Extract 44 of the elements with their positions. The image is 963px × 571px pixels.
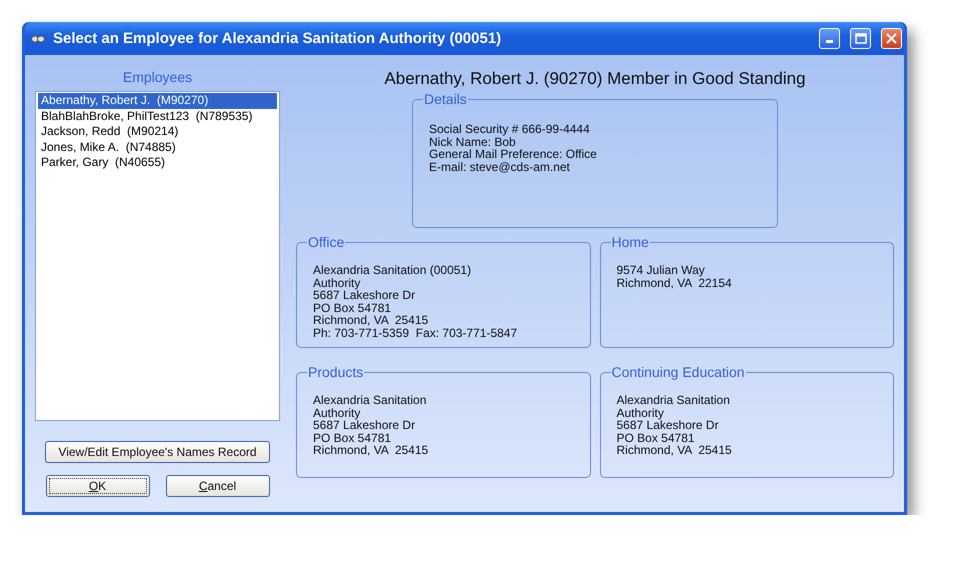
info-line: Authority — [313, 276, 360, 289]
info-line: Richmond, VA 22154 — [616, 276, 733, 289]
info-line: 5687 Lakeshore Dr — [313, 289, 416, 302]
list-item[interactable]: Jones, Mike A. (N74885) — [38, 140, 277, 155]
info-line: 5687 Lakeshore Dr — [313, 419, 416, 432]
list-item[interactable]: Parker, Gary (N40655) — [38, 155, 277, 170]
close-button[interactable] — [881, 28, 902, 49]
info-line: Richmond, VA 25415 — [313, 444, 430, 456]
group-title: Office — [307, 234, 346, 250]
window-title: Select an Employee for Alexandria Sanitation Authority (00051) — [53, 30, 502, 47]
app-icon — [31, 34, 45, 44]
list-item[interactable]: Jackson, Redd (M90214) — [38, 124, 277, 140]
cancel-button[interactable]: Cancel — [166, 475, 270, 497]
maximize-button[interactable] — [850, 28, 871, 49]
info-line: General Mail Preference: Office — [429, 148, 598, 160]
info-line: Nick Name: Bob — [429, 136, 517, 148]
group-title: Continuing Education — [610, 364, 746, 380]
info-line: E-mail: steve@cds-am.net — [429, 160, 571, 173]
list-label: Employees — [122, 69, 192, 85]
info-line: Alexandria Sanitation (00051) — [313, 264, 472, 276]
group-title: Home — [610, 234, 650, 250]
info-line: Ph: 703-771-5359 Fax: 703-771-5847 — [313, 326, 518, 339]
group-title: Details — [423, 91, 468, 107]
minimize-button[interactable] — [819, 28, 840, 49]
info-line: PO Box 54781 — [313, 432, 392, 444]
info-line: Alexandria Sanitation — [313, 394, 428, 406]
info-line: PO Box 54781 — [313, 302, 392, 314]
info-line: Richmond, VA 25415 — [616, 444, 733, 456]
list-item[interactable]: Abernathy, Robert J. (M90270) — [38, 93, 277, 108]
info-line: Social Security # 666-99-4444 — [429, 123, 591, 136]
info-line: 9574 Julian Way — [616, 264, 706, 276]
group-title: Products — [307, 364, 364, 380]
ok-button[interactable]: OK — [46, 475, 150, 497]
info-line: Authority — [616, 406, 664, 419]
info-line: Richmond, VA 25415 — [313, 314, 430, 326]
view-edit-button[interactable]: View/Edit Employee's Names Record — [45, 441, 270, 463]
list-item[interactable]: BlahBlahBroke, PhilTest123 (N789535) — [38, 108, 277, 124]
maximize-icon — [854, 33, 866, 44]
info-line: PO Box 54781 — [616, 432, 696, 444]
info-line: Authority — [313, 406, 360, 419]
info-line: Alexandria Sanitation — [616, 394, 731, 406]
close-icon — [886, 33, 897, 44]
member-heading: Abernathy, Robert J. (90270) Member in Good Standing — [384, 69, 806, 89]
info-line: 5687 Lakeshore Dr — [616, 419, 720, 432]
